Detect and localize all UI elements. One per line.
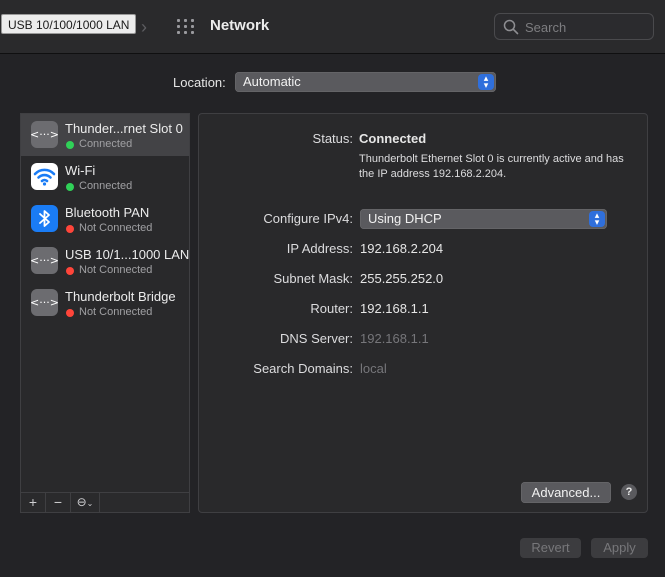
configure-ipv4-popup[interactable]: Using DHCP ▴ ▾ <box>360 209 607 229</box>
dns-server-label: DNS Server: <box>280 331 353 346</box>
location-label: Location: <box>173 75 226 90</box>
ip-address-value: 192.168.2.204 <box>360 241 444 256</box>
wifi-icon <box>31 163 58 190</box>
svg-text:<···>: <···> <box>31 128 58 141</box>
help-button[interactable]: ? <box>621 484 637 500</box>
status-dot-icon <box>66 141 74 149</box>
service-status: Not Connected <box>79 264 153 276</box>
router-label: Router: <box>310 301 353 316</box>
revert-button[interactable]: Revert <box>520 538 581 558</box>
add-service-button[interactable]: + <box>21 493 46 512</box>
status-dot-icon <box>66 183 74 191</box>
subnet-mask-label: Subnet Mask: <box>273 271 354 286</box>
window-title: Network <box>210 17 270 34</box>
service-status: Not Connected <box>79 222 153 234</box>
status-dot-icon <box>66 267 74 275</box>
detail-pane: Status: Connected Thunderbolt Ethernet S… <box>198 113 648 513</box>
status-description: Thunderbolt Ethernet Slot 0 is currently… <box>359 153 624 180</box>
search-domains-label: Search Domains: <box>253 361 353 376</box>
search-icon <box>503 19 519 35</box>
ip-address-label: IP Address: <box>286 241 353 256</box>
service-list-toolbar: + − ⊖⌄ <box>20 492 190 513</box>
ethernet-icon: <···> <box>30 289 59 316</box>
configure-ipv4-label: Configure IPv4: <box>263 211 353 226</box>
remove-service-button[interactable]: − <box>46 493 71 512</box>
svg-text:<···>: <···> <box>31 254 58 267</box>
service-status: Connected <box>79 180 133 192</box>
search-input[interactable] <box>523 17 651 38</box>
dns-server-value: 192.168.1.1 <box>360 331 429 346</box>
tooltip: USB 10/100/1000 LAN <box>1 14 137 34</box>
service-item-wifi[interactable]: Wi-Fi Connected <box>21 156 189 198</box>
search-field[interactable] <box>494 13 654 40</box>
popup-arrows-icon: ▴ ▾ <box>589 211 605 227</box>
action-menu-icon: ⊖ <box>76 495 87 509</box>
chevron-down-icon: ⌄ <box>86 499 94 508</box>
popup-arrows-icon: ▴ ▾ <box>478 74 494 90</box>
forward-button[interactable]: › <box>137 16 151 38</box>
configure-ipv4-value: Using DHCP <box>368 211 442 226</box>
subnet-mask-value: 255.255.252.0 <box>360 271 444 286</box>
advanced-button[interactable]: Advanced... <box>521 482 611 503</box>
status-label: Status: <box>312 131 353 146</box>
bluetooth-icon <box>31 205 58 232</box>
status-dot-icon <box>66 309 74 317</box>
search-domains-value: local <box>360 361 387 376</box>
apply-button[interactable]: Apply <box>591 538 648 558</box>
service-name: Wi-Fi <box>65 163 96 178</box>
location-popup[interactable]: Automatic ▴ ▾ <box>235 72 496 92</box>
router-value: 192.168.1.1 <box>360 301 429 316</box>
action-menu-button[interactable]: ⊖⌄ <box>71 493 100 512</box>
ethernet-icon: <···> <box>30 247 59 274</box>
show-all-grid-icon[interactable] <box>175 17 197 37</box>
service-name: Bluetooth PAN <box>65 205 150 220</box>
service-status: Connected <box>79 138 133 150</box>
window-toolbar: USB 10/100/1000 LAN › Network <box>0 0 665 54</box>
location-value: Automatic <box>243 74 301 89</box>
svg-text:<···>: <···> <box>31 296 58 309</box>
ethernet-icon: <···> <box>30 121 59 148</box>
service-status: Not Connected <box>79 306 153 318</box>
status-dot-icon <box>66 225 74 233</box>
status-value: Connected <box>359 131 427 146</box>
